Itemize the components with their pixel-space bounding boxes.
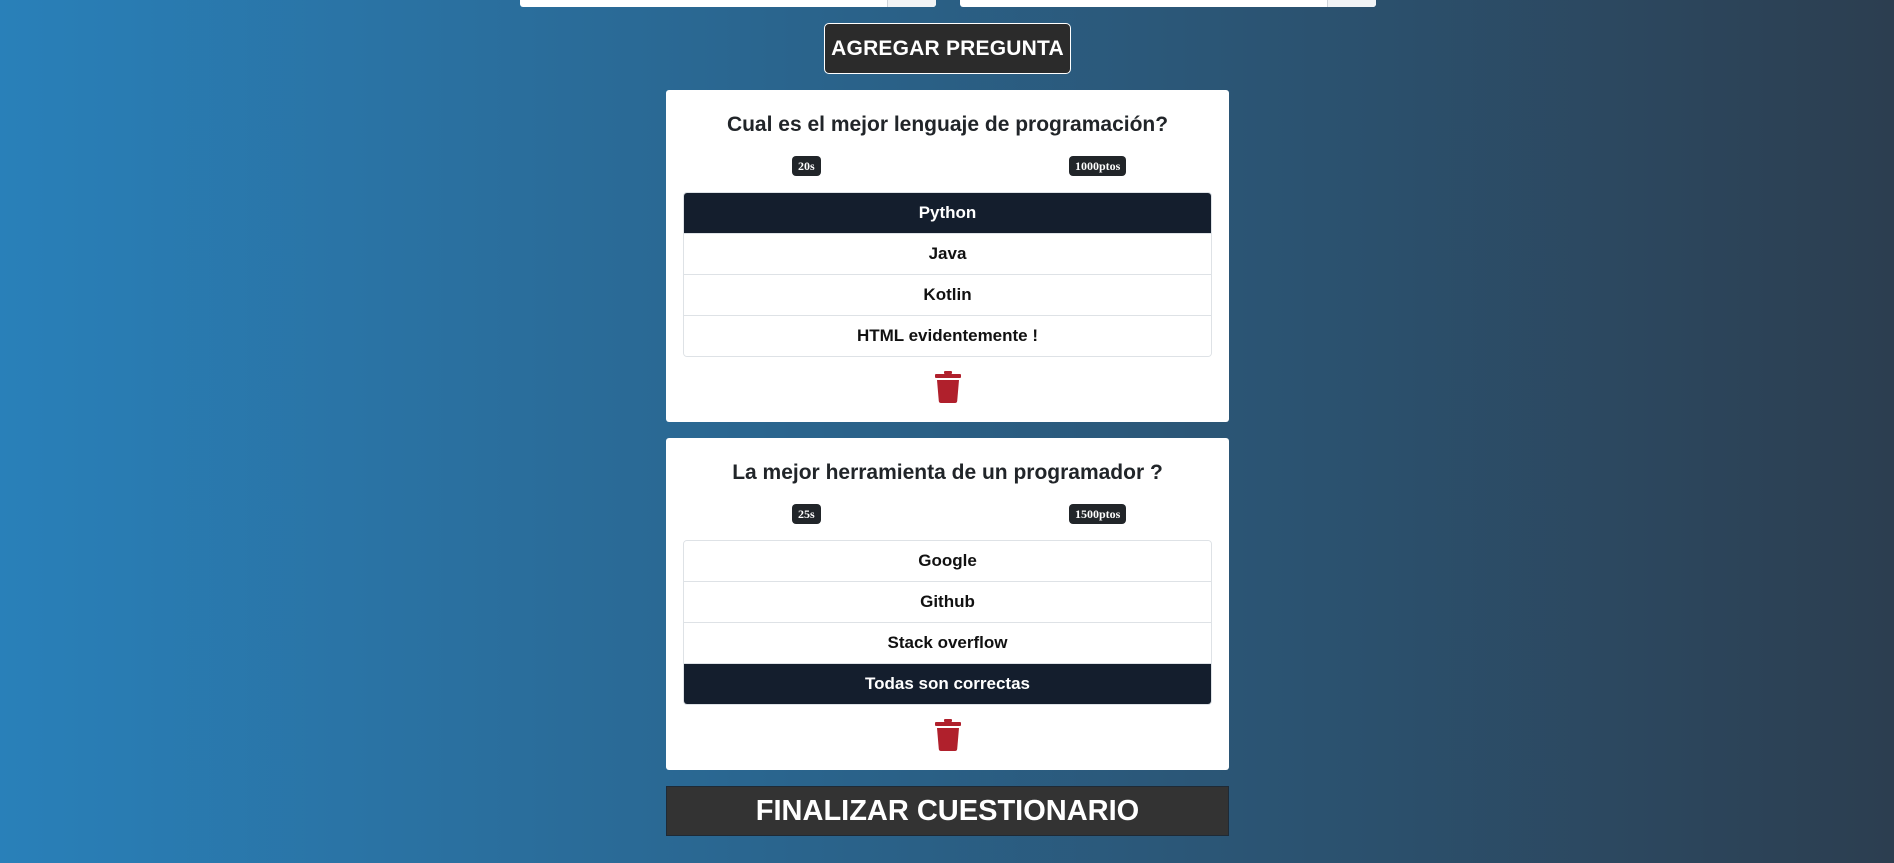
answer-item[interactable]: Stack overflow <box>684 623 1211 664</box>
question-title: La mejor herramienta de un programador ? <box>732 461 1163 484</box>
question-title: Cual es el mejor lenguaje de programació… <box>726 113 1169 136</box>
delete-question-container <box>683 719 1212 751</box>
answer-list: Google Github Stack overflow Todas son c… <box>683 540 1212 705</box>
answer-item[interactable]: Github <box>684 582 1211 623</box>
trash-icon[interactable] <box>934 719 961 751</box>
points-badge: 1000ptos <box>1069 156 1127 176</box>
select-caret[interactable] <box>1327 0 1376 7</box>
points-badge: 1500ptos <box>1069 504 1127 524</box>
question-meta: 25s 1500ptos <box>683 504 1212 526</box>
time-badge: 25s <box>792 504 821 524</box>
answer-item[interactable]: Kotlin <box>684 275 1211 316</box>
top-select-left[interactable] <box>520 0 936 7</box>
delete-question-container <box>683 371 1212 403</box>
trash-icon[interactable] <box>934 371 961 403</box>
time-badge: 20s <box>792 156 821 176</box>
answer-item-correct[interactable]: Python <box>684 193 1211 234</box>
answer-item-correct[interactable]: Todas son correctas <box>684 664 1211 704</box>
select-caret[interactable] <box>887 0 936 7</box>
answer-item[interactable]: Google <box>684 541 1211 582</box>
question-meta: 20s 1000ptos <box>683 156 1212 178</box>
top-select-right[interactable] <box>960 0 1376 7</box>
question-card: Cual es el mejor lenguaje de programació… <box>666 90 1229 422</box>
add-question-button[interactable]: AGREGAR PREGUNTA <box>824 23 1071 74</box>
answer-item[interactable]: Java <box>684 234 1211 275</box>
answer-item[interactable]: HTML evidentemente ! <box>684 316 1211 356</box>
question-card: La mejor herramienta de un programador ?… <box>666 438 1229 770</box>
finish-quiz-button[interactable]: FINALIZAR CUESTIONARIO <box>666 786 1229 836</box>
answer-list: Python Java Kotlin HTML evidentemente ! <box>683 192 1212 357</box>
